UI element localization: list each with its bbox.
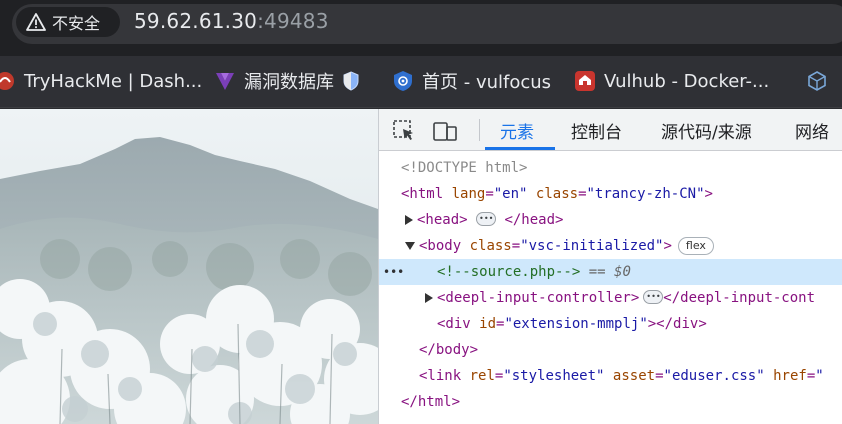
tag-close: </body>	[419, 342, 479, 358]
dom-node-comment-selected[interactable]: ••• <!--source.php--> == $0	[379, 259, 842, 285]
attr-name: rel	[469, 368, 495, 384]
attr-value: "	[815, 368, 824, 384]
dom-node-head[interactable]: <head> </head>	[379, 206, 842, 233]
tryhackme-icon	[0, 70, 16, 92]
doctype-text: <!DOCTYPE html>	[401, 160, 528, 176]
dom-node-body-close[interactable]: </body>	[379, 337, 842, 363]
tab-elements[interactable]: 元素	[500, 118, 534, 143]
flex-badge[interactable]: flex	[677, 237, 714, 255]
warning-triangle-icon	[26, 13, 46, 31]
attr-name: class	[469, 238, 512, 254]
security-label: 不安全	[52, 14, 101, 33]
dom-node-html-close[interactable]: </html>	[379, 389, 842, 415]
collapsed-content-ellipsis[interactable]	[643, 284, 664, 310]
collapse-arrow-icon[interactable]	[405, 242, 415, 250]
tag-close: </html>	[401, 394, 461, 410]
tag-name: <head>	[417, 212, 468, 228]
attr-name: asset	[612, 368, 656, 384]
tag-name: <deepl-input-controller>	[437, 290, 640, 306]
page-viewport[interactable]	[0, 109, 378, 424]
browser-topbar: 不安全 59.62.61.30:49483	[0, 0, 842, 56]
collapsed-content-ellipsis[interactable]	[476, 206, 497, 232]
attr-name: href	[773, 368, 807, 384]
tag-name: <link	[419, 368, 462, 384]
attr-value: "trancy-zh-CN"	[586, 186, 705, 202]
attr-name: class	[535, 186, 579, 202]
tab-console[interactable]: 控制台	[571, 118, 622, 143]
security-indicator[interactable]: 不安全	[16, 7, 120, 37]
shield-icon	[340, 70, 362, 92]
toolbar-separator	[479, 119, 480, 141]
dom-node-doctype[interactable]: <!DOCTYPE html>	[379, 155, 842, 181]
attr-value: "vsc-initialized"	[520, 238, 664, 254]
bookmarks-bar: TryHackMe | Dash... 漏洞数据库 首页 - vulfocus …	[0, 56, 842, 108]
dom-tree: <!DOCTYPE html> <html lang="en" class="t…	[379, 151, 842, 424]
tag-end: ></div>	[647, 316, 707, 332]
devtools-toolbar: 元素 控制台 源代码/来源 网络	[379, 109, 842, 151]
vulhub-icon	[574, 70, 596, 92]
element-picker-icon[interactable]	[391, 118, 417, 144]
bookmark-cube[interactable]	[806, 68, 836, 94]
tab-sources[interactable]: 源代码/来源	[661, 118, 752, 143]
mountain-snow-photo	[0, 109, 378, 424]
tag-close: </deepl-input-cont	[663, 290, 816, 306]
tag-name: <html	[401, 186, 444, 202]
url-host: 59.62.61.30	[134, 9, 258, 33]
bookmark-vuln-db[interactable]: 漏洞数据库	[214, 68, 362, 94]
bookmark-vulhub[interactable]: Vulhub - Docker-...	[574, 68, 769, 94]
tag-name: <div	[437, 316, 471, 332]
dom-node-link[interactable]: <link rel="stylesheet" asset="eduser.css…	[379, 363, 842, 389]
cube-icon	[806, 70, 828, 92]
url-text[interactable]: 59.62.61.30:49483	[134, 9, 329, 33]
attr-name: id	[479, 316, 497, 332]
bookmark-label: 漏洞数据库	[244, 72, 334, 93]
attr-value: "extension-mmplj"	[504, 316, 648, 332]
attr-value: "en"	[493, 186, 528, 202]
tag-name: <body	[419, 238, 462, 254]
tag-end: >	[704, 186, 713, 202]
tag-end: >	[663, 238, 672, 254]
tag-close: </head>	[504, 212, 564, 228]
dom-node-body[interactable]: <body class="vsc-initialized"> flex	[379, 233, 842, 259]
bookmark-label: Vulhub - Docker-...	[604, 70, 770, 92]
dom-node-html[interactable]: <html lang="en" class="trancy-zh-CN">	[379, 181, 842, 207]
devtools-panel: 元素 控制台 源代码/来源 网络 <!DOCTYPE html> <html l…	[378, 109, 842, 424]
url-port: :49483	[257, 9, 329, 33]
active-tab-indicator	[485, 147, 555, 150]
dom-node-deepl[interactable]: <deepl-input-controller> </deepl-input-co…	[379, 284, 842, 311]
selected-node-marker: == $0	[588, 264, 631, 280]
more-actions-icon[interactable]: •••	[383, 259, 404, 285]
attr-value: "eduser.css"	[663, 368, 765, 384]
vulfocus-icon	[392, 70, 414, 92]
expand-arrow-icon[interactable]	[405, 215, 413, 225]
expand-arrow-icon[interactable]	[425, 293, 433, 303]
device-toolbar-icon[interactable]	[432, 118, 458, 144]
vuln-db-icon	[214, 70, 236, 92]
bookmark-label: TryHackMe | Dash...	[24, 70, 203, 92]
bookmark-vulfocus[interactable]: 首页 - vulfocus	[392, 68, 551, 94]
bookmark-tryhackme[interactable]: TryHackMe | Dash...	[0, 68, 202, 94]
comment-text: <!--source.php-->	[437, 264, 581, 280]
attr-name: lang	[451, 186, 486, 202]
attr-value: "stylesheet"	[503, 368, 605, 384]
dom-node-div[interactable]: <div id="extension-mmplj"></div>	[379, 311, 842, 337]
bookmark-label: 首页 - vulfocus	[422, 72, 552, 93]
tab-network[interactable]: 网络	[795, 118, 829, 143]
